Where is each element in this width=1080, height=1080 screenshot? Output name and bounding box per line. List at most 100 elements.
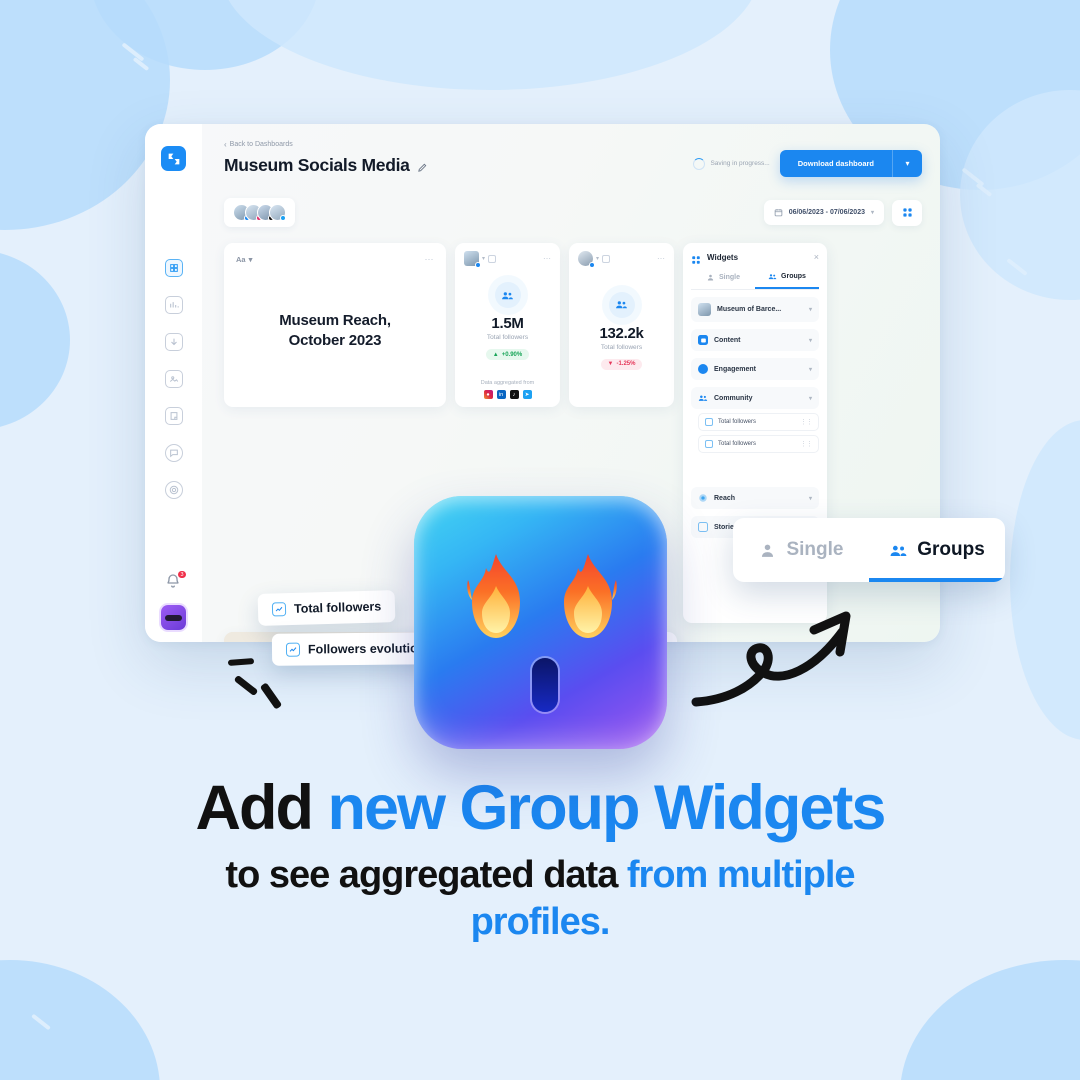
chevron-down-icon: ▾: [808, 307, 812, 313]
font-label: Aa: [236, 255, 246, 264]
section-label: Content: [714, 336, 741, 344]
headline-blue-3: profiles.: [470, 901, 611, 944]
curly-arrow-icon: [690, 560, 870, 710]
profile-selector-row[interactable]: Museum of Barce... ▾: [691, 297, 819, 322]
stat-change: +0.90%: [501, 351, 523, 358]
magnified-tab-groups-label: Groups: [917, 539, 985, 560]
sidebar-item-media[interactable]: [164, 370, 183, 388]
chevron-down-icon: ▾: [248, 255, 253, 264]
avatar: [464, 251, 481, 268]
headline-line-2: to see aggregated data from multiple prof…: [60, 852, 1020, 948]
fire-icon: [467, 554, 520, 638]
sidebar-item-analytics[interactable]: [164, 296, 183, 314]
avatar: [578, 251, 595, 268]
line-chart-icon: [285, 642, 301, 657]
twitter-icon: ➤: [522, 390, 532, 399]
floating-widget-label: Total followers: [293, 599, 382, 616]
profile-avatar-stack[interactable]: [224, 198, 295, 227]
magnified-tab-groups[interactable]: Groups: [869, 518, 1005, 582]
sidebar-item-settings[interactable]: [164, 481, 183, 499]
sidebar-item-messages[interactable]: [164, 444, 183, 462]
widget-list-item-label: Total followers: [718, 441, 757, 447]
floating-widget-total-followers[interactable]: Total followers: [257, 590, 396, 626]
add-widget-grid-button[interactable]: [892, 199, 922, 226]
calendar-icon: [774, 208, 783, 217]
close-icon[interactable]: ×: [814, 252, 819, 262]
text-widget-line2: October 2023: [288, 331, 382, 349]
section-engagement[interactable]: Engagement ▾: [691, 358, 819, 380]
date-range-picker[interactable]: 06/06/2023 - 07/06/2023 ▾: [763, 200, 884, 225]
card-menu-icon[interactable]: ⋯: [425, 254, 435, 265]
font-selector[interactable]: Aa ▾: [236, 255, 252, 264]
sidebar: 3: [145, 124, 202, 642]
fire-icon: [564, 554, 617, 638]
headline-blue-1: new Group Widgets: [327, 773, 887, 843]
drag-handle-icon[interactable]: ⋮⋮: [800, 440, 813, 448]
text-widget-heading: Museum Reach, October 2023: [279, 311, 391, 351]
content-icon: [698, 335, 708, 345]
brand-logo-icon[interactable]: [161, 146, 186, 171]
line-chart-icon: [271, 602, 287, 617]
avatar[interactable]: [161, 605, 186, 630]
headline: Add new Group Widgets to see aggregated …: [0, 773, 1080, 948]
trend-down-icon: ▼: [607, 361, 614, 367]
section-label: Reach: [714, 494, 736, 502]
widgets-panel-title: Widgets: [707, 252, 739, 262]
aggregation-note: Data aggregated from: [480, 380, 535, 386]
download-dashboard-button[interactable]: Download dashboard: [779, 150, 892, 177]
floating-widget-label: Followers evolution: [307, 641, 426, 657]
headline-blue-2: from multiple: [626, 853, 856, 896]
stat-value: 1.5M: [491, 315, 524, 332]
status-badge: ▼ -1.25%: [600, 358, 643, 370]
section-label: Community: [714, 394, 753, 402]
edit-pencil-icon[interactable]: [417, 160, 428, 172]
chevron-down-icon: ▾: [808, 395, 812, 402]
sidebar-item-dashboards[interactable]: [164, 259, 183, 277]
download-options-chevron-down-icon[interactable]: ▾: [892, 150, 922, 177]
drag-handle-icon[interactable]: ⋮⋮: [800, 418, 813, 426]
engagement-icon: [698, 364, 708, 374]
text-widget-card[interactable]: Aa ▾ ⋯ Museum Reach, October 2023: [224, 243, 446, 407]
widget-list-item-label: Total followers: [718, 419, 757, 425]
date-range-value: 06/06/2023 - 07/06/2023: [788, 209, 865, 216]
chevron-down-icon[interactable]: ▾: [482, 255, 485, 262]
profile-name: Museum of Barce...: [717, 306, 782, 313]
stat-label: Total followers: [600, 343, 643, 351]
back-to-dashboards-link[interactable]: ‹ Back to Dashboards: [224, 140, 922, 149]
chevron-down-icon: ▾: [808, 495, 812, 502]
community-icon: [698, 393, 708, 403]
saving-status: Saving in progress...: [693, 157, 770, 170]
saving-status-label: Saving in progress...: [710, 160, 770, 167]
status-badge: ▲ +0.90%: [485, 349, 530, 360]
section-reach[interactable]: Reach ▾: [691, 487, 819, 509]
chevron-down-icon: ▾: [808, 337, 812, 344]
tab-single-label: Single: [718, 274, 740, 281]
chevron-down-icon[interactable]: ▾: [596, 255, 599, 262]
avatar[interactable]: [269, 204, 286, 221]
section-community[interactable]: Community ▾: [691, 387, 819, 409]
grid-icon: [691, 252, 701, 264]
section-content[interactable]: Content ▾: [691, 329, 819, 351]
stat-card[interactable]: ▾ ⋯ 132.2k Total followers ▼ -1.25%: [569, 243, 674, 407]
trend-up-icon: ▲: [492, 351, 499, 358]
linkedin-icon: in: [496, 390, 506, 399]
stat-value: 132.2k: [599, 324, 644, 342]
group-people-icon: [494, 282, 521, 308]
stat-label: Total followers: [486, 334, 529, 341]
fire-eyes-emoji-sticker: [414, 496, 667, 749]
stories-icon: [698, 522, 708, 532]
notifications-bell-icon[interactable]: 3: [165, 570, 187, 591]
widget-list-item[interactable]: Total followers ⋮⋮: [698, 435, 819, 453]
sidebar-item-reports[interactable]: [164, 407, 183, 425]
tab-single[interactable]: Single: [691, 272, 755, 289]
chevron-left-icon: ‹: [224, 140, 227, 149]
tab-groups[interactable]: Groups: [755, 272, 819, 289]
tiktok-icon: ♪: [509, 390, 519, 399]
widget-list-item[interactable]: Total followers ⋮⋮: [698, 413, 819, 431]
stat-card[interactable]: ▾ ⋯ 1.5M Total followers ▲ +0.90% Data a…: [455, 243, 560, 407]
spinner-icon: [693, 157, 706, 170]
line-chart-icon: [705, 418, 713, 426]
download-dashboard-group: Download dashboard ▾: [779, 150, 922, 177]
sidebar-item-downloads[interactable]: [164, 333, 183, 351]
chevron-down-icon: ▾: [870, 210, 874, 216]
